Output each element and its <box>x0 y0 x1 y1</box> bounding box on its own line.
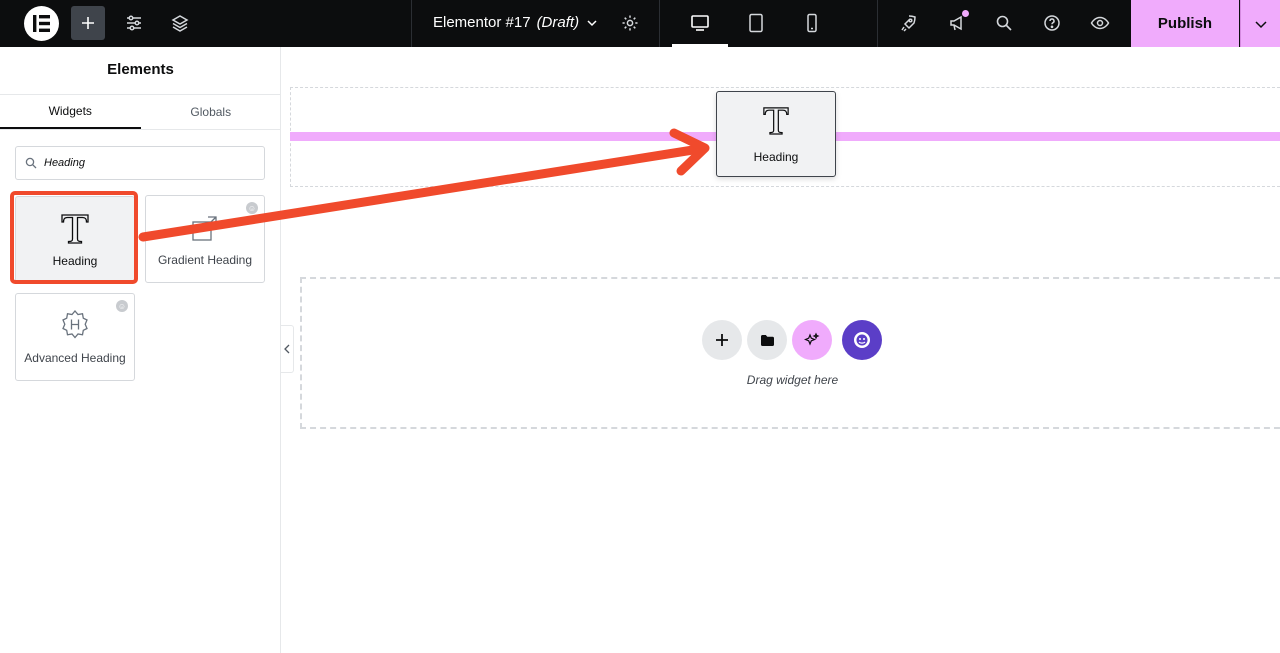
widget-label: Advanced Heading <box>24 351 126 365</box>
document-status: (Draft) <box>536 14 580 31</box>
elements-panel: Elements Widgets Globals Heading ☺ Gradi… <box>0 47 281 653</box>
pro-badge-icon: ☺ <box>116 300 128 312</box>
annotation-highlight-box <box>10 191 138 284</box>
chevron-left-icon <box>284 344 290 354</box>
dragging-widget-preview[interactable]: Heading <box>716 91 836 177</box>
panel-title: Elements <box>107 61 174 78</box>
add-element-icon[interactable] <box>71 6 105 40</box>
drag-widget-hint: Drag widget here <box>746 373 839 387</box>
publish-button[interactable]: Publish <box>1131 0 1239 47</box>
desktop-device-icon[interactable] <box>683 6 717 40</box>
widget-gradient-heading[interactable]: ☺ Gradient Heading <box>145 195 265 283</box>
folder-icon <box>760 334 774 346</box>
notification-badge <box>962 10 969 17</box>
mobile-device-icon[interactable] <box>795 6 829 40</box>
search-icon[interactable] <box>987 6 1021 40</box>
heading-t-icon <box>762 105 790 138</box>
help-icon[interactable] <box>1035 6 1069 40</box>
structure-layers-icon[interactable] <box>163 6 197 40</box>
active-device-indicator <box>672 44 728 47</box>
chevron-down-icon <box>1254 20 1267 28</box>
empty-section-actions <box>702 320 882 360</box>
search-input[interactable] <box>44 157 244 169</box>
divider <box>659 0 660 47</box>
publish-options-button[interactable] <box>1240 0 1280 47</box>
widget-search-field[interactable] <box>15 146 265 180</box>
add-template-button[interactable] <box>747 320 787 360</box>
template-kit-button[interactable] <box>842 320 882 360</box>
site-settings-icon[interactable] <box>117 6 151 40</box>
add-section-button[interactable] <box>702 320 742 360</box>
sparkles-icon <box>804 332 820 346</box>
preview-eye-icon[interactable] <box>1083 6 1117 40</box>
advanced-heading-icon <box>59 309 91 341</box>
widget-advanced-heading[interactable]: ☺ Advanced Heading <box>15 293 135 381</box>
pro-badge-icon: ☺ <box>246 202 258 214</box>
rocket-icon[interactable] <box>891 6 925 40</box>
kit-smiley-icon <box>854 332 870 348</box>
widget-label: Gradient Heading <box>157 253 253 267</box>
collapse-panel-button[interactable] <box>281 325 294 373</box>
chevron-down-icon <box>587 19 597 26</box>
search-icon <box>25 157 37 169</box>
tab-globals[interactable]: Globals <box>141 95 282 129</box>
elementor-logo-icon[interactable] <box>24 6 59 41</box>
page-settings-gear-icon[interactable] <box>613 6 647 40</box>
ai-generate-button[interactable] <box>792 320 832 360</box>
document-title-menu[interactable]: Elementor #17 (Draft) <box>433 14 599 31</box>
dragging-widget-label: Heading <box>753 149 799 164</box>
notifications-megaphone-icon[interactable] <box>940 6 974 40</box>
divider <box>877 0 878 47</box>
tablet-device-icon[interactable] <box>739 6 773 40</box>
top-bar: Elementor #17 (Draft) Publish <box>0 0 1280 47</box>
panel-tabs: Widgets Globals <box>0 94 281 130</box>
plus-icon <box>716 334 728 346</box>
divider <box>411 0 412 47</box>
gradient-heading-icon <box>190 211 220 243</box>
document-title: Elementor #17 <box>433 14 531 31</box>
tab-widgets[interactable]: Widgets <box>0 95 141 129</box>
